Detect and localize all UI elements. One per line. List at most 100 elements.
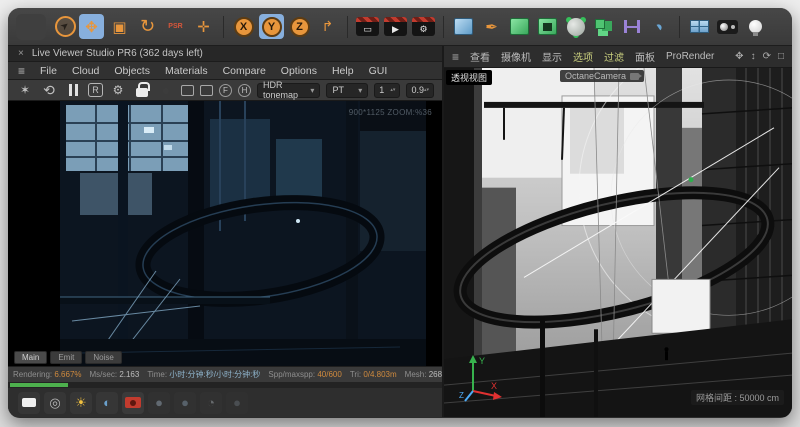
grid-spacing-label: 网格间距 : 50000 cm [691,390,784,405]
gamma-value: 0.9 [411,85,424,95]
light-object-icon[interactable] [749,20,762,33]
camera-mini-icon [630,73,639,80]
scale-tool-icon[interactable]: ▣ [107,14,132,39]
octane-camera-label[interactable]: OctaneCamera [560,70,644,82]
camera-object-icon[interactable] [717,20,738,34]
menu-cloud[interactable]: Cloud [72,65,99,77]
cloner-icon[interactable] [595,19,605,29]
vp-menu-filter[interactable]: 过滤 [604,49,624,64]
zoom-view-icon[interactable]: ↕ [751,51,756,62]
render-status-bar: Rendering: 6.667% Ms/sec: 2.163 Time: 小时… [8,366,442,382]
generator-cube-icon[interactable] [510,18,529,35]
axis-tool-icon[interactable]: ✛ [191,14,216,39]
ghost-tool-icon[interactable] [16,14,46,40]
film-region-icon[interactable] [200,85,213,96]
octane-logo-icon[interactable]: ✶ [16,82,34,99]
tab-noise[interactable]: Noise [85,351,121,364]
menu-compare[interactable]: Compare [223,65,266,77]
render-progress-bar [8,382,442,388]
close-icon[interactable]: × [18,48,24,59]
menu-options[interactable]: Options [281,65,317,77]
rotate-tool-icon[interactable]: ↻ [135,14,160,39]
region-render-icon[interactable] [181,85,194,96]
spline-primitive-icon[interactable]: ◗ [642,9,677,44]
sphere-checker-icon[interactable]: ◔ [200,392,222,414]
render-image [60,101,426,366]
spinner-arrows-icon[interactable]: ▴▾ [390,88,395,93]
samples-spinner[interactable]: 1 ▴▾ [374,83,400,98]
render-canvas[interactable]: 900*1125 ZOOM:%36 Main Emit Noise [8,101,442,366]
menu-help[interactable]: Help [332,65,354,77]
vp-menu-options[interactable]: 选项 [573,49,593,64]
sphere-b-icon[interactable]: ● [174,392,196,414]
tab-main[interactable]: Main [14,351,47,364]
x-axis-glyph: X [234,17,254,37]
menu-objects[interactable]: Objects [114,65,150,77]
spinner-arrows-icon[interactable]: ▴▾ [424,88,429,93]
resolution-overlay: 900*1125 ZOOM:%36 [349,108,432,117]
gear-icon[interactable]: ⚙ [109,82,127,99]
focus-picker-icon[interactable]: F [219,84,232,97]
vp-menu-display[interactable]: 显示 [542,49,562,64]
viewport-panel: ≡ 查看 摄像机 显示 选项 过滤 面板 ProRender ✥ ↕ ⟳ □ [444,46,792,417]
status-rendering: Rendering: 6.667% [13,370,82,379]
capture-camera-icon[interactable] [122,392,144,414]
ball-preview-icon[interactable]: ● [157,82,175,99]
cube-object-icon[interactable] [454,18,473,35]
toggle-view-icon[interactable]: □ [778,51,784,62]
render-settings-icon[interactable]: ⚙ [412,17,435,36]
sphere-a-icon[interactable]: ● [148,392,170,414]
hamburger-icon[interactable]: ≡ [18,64,25,78]
axis-z-label: Z [459,391,464,400]
pause-icon[interactable] [64,82,82,99]
sun-icon[interactable]: ☀ [70,392,92,414]
menu-gui[interactable]: GUI [369,65,388,77]
deformer-icon[interactable] [567,18,585,36]
vp-menu-camera[interactable]: 摄像机 [501,49,531,64]
tonemap-dropdown[interactable]: HDR tonemap ▾ [257,83,320,98]
lock-icon[interactable] [136,88,148,97]
constraint-icon[interactable] [624,20,640,33]
render-picture-viewer-icon[interactable]: ▶ [384,17,407,36]
sphere-dim-icon[interactable]: ● [226,392,248,414]
gamma-spinner[interactable]: 0.9 ▴▾ [406,83,434,98]
live-selection-icon[interactable]: ➤ [55,16,76,37]
coordinate-system-icon[interactable]: ↱ [315,14,340,39]
circle-ring-icon[interactable]: ◎ [44,392,66,414]
toolbar-separator [347,16,348,38]
material-picker-icon[interactable]: H [238,84,251,97]
z-axis-lock-button[interactable]: Z [287,14,312,39]
render-pass-tabs: Main Emit Noise [14,351,122,364]
selection-arrow-glyph: ➤ [59,20,72,34]
extrude-cube-icon[interactable] [538,18,557,35]
menu-file[interactable]: File [40,65,57,77]
pan-view-icon[interactable]: ✥ [735,51,743,62]
y-axis-lock-button[interactable]: Y [259,14,284,39]
viewport-menubar: ≡ 查看 摄像机 显示 选项 过滤 面板 ProRender ✥ ↕ ⟳ □ [444,46,792,68]
viewport-3d-view[interactable]: 透视视图 OctaneCamera 网格间距 : 50000 cm Y X Z [444,68,792,417]
menu-materials[interactable]: Materials [165,65,208,77]
move-tool-icon[interactable]: ✥ [79,14,104,39]
sync-restart-icon[interactable]: ⟲ [40,82,58,99]
status-time: Time: 小时:分钟:秒/小时:分钟:秒 [147,369,260,380]
tab-emit[interactable]: Emit [50,351,82,364]
hamburger-icon[interactable]: ≡ [452,50,459,64]
contrast-icon[interactable]: ◐ [96,392,118,414]
rotate-view-icon[interactable]: ⟳ [763,51,771,62]
kernel-dropdown[interactable]: PT ▾ [326,83,368,98]
status-mssec: Ms/sec: 2.163 [90,370,140,379]
psr-tool-icon[interactable]: PSR [163,14,188,39]
reset-button[interactable]: R [88,83,103,97]
pen-spline-icon[interactable]: ✒ [479,14,504,39]
live-viewer-toolbar: ✶ ⟲ R ⚙ ● F H HDR tonemap ▾ PT ▾ [8,80,442,101]
floor-object-icon[interactable] [690,20,709,33]
vp-menu-view[interactable]: 查看 [470,49,490,64]
display-mode-icon[interactable] [18,392,40,414]
vp-menu-panel[interactable]: 面板 [635,49,655,64]
render-view-icon[interactable]: ▭ [356,17,379,36]
camera-label-text: OctaneCamera [565,71,626,81]
progress-fill [10,383,68,387]
y-axis-glyph: Y [262,17,282,37]
vp-menu-prorender[interactable]: ProRender [666,51,714,62]
x-axis-lock-button[interactable]: X [231,14,256,39]
